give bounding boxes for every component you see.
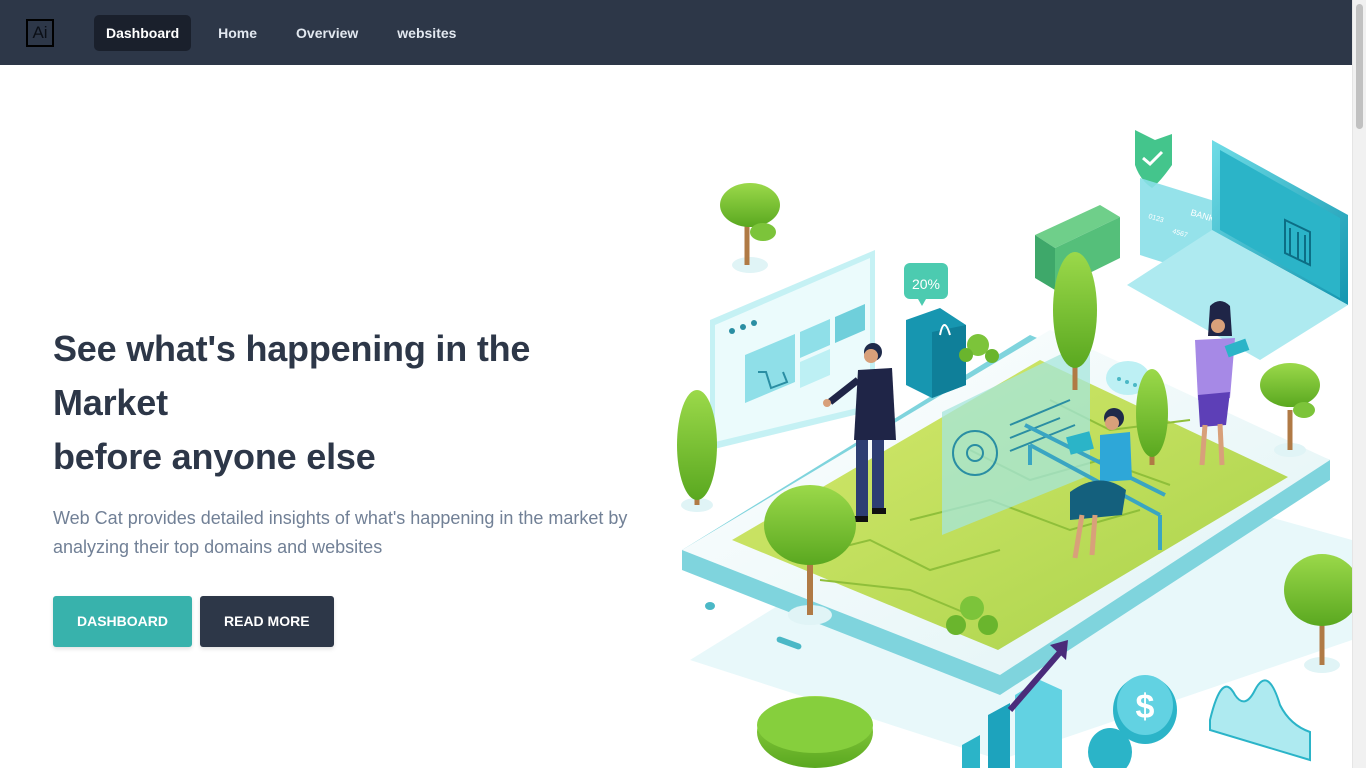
dashboard-button[interactable]: DASHBOARD: [53, 596, 192, 647]
tree-icon: [757, 696, 873, 768]
hero-title: See what's happening in the Market befor…: [53, 322, 653, 484]
wave-chart-icon: [1209, 679, 1311, 762]
tree-icon: [677, 390, 717, 512]
hero-title-line-1: See what's happening in the Market: [53, 328, 531, 423]
logo-text: Ai: [32, 23, 48, 42]
main-nav: Dashboard Home Overview websites: [94, 14, 483, 51]
market-isometric-illustration: 20% BANK CARD 0123 4567 8901 2345: [677, 130, 1352, 768]
hero-title-line-2: before anyone else: [53, 436, 376, 477]
logo[interactable]: Ai: [26, 18, 54, 47]
nav-item-websites[interactable]: websites: [385, 15, 468, 51]
dollar-symbol: $: [1136, 688, 1155, 726]
hero-description: Web Cat provides detailed insights of wh…: [53, 508, 628, 557]
nav-item-dashboard[interactable]: Dashboard: [94, 14, 192, 51]
tree-icon: [720, 183, 780, 273]
nav-item-overview[interactable]: Overview: [284, 15, 370, 51]
shop-window-icon: [710, 250, 875, 450]
top-navbar: Ai Dashboard Home Overview websites: [0, 0, 1352, 65]
shopping-bag-icon: [906, 308, 966, 398]
page-scrollbar[interactable]: [1352, 0, 1366, 768]
read-more-button[interactable]: READ MORE: [200, 596, 334, 647]
hero-section: See what's happening in the Market befor…: [53, 322, 653, 647]
nav-item-home[interactable]: Home: [206, 15, 269, 51]
scrollbar-thumb[interactable]: [1356, 4, 1363, 129]
discount-tag-icon: 20%: [904, 263, 948, 306]
discount-tag-text: 20%: [912, 276, 940, 292]
hero-button-row: DASHBOARD READ MORE: [53, 596, 653, 647]
